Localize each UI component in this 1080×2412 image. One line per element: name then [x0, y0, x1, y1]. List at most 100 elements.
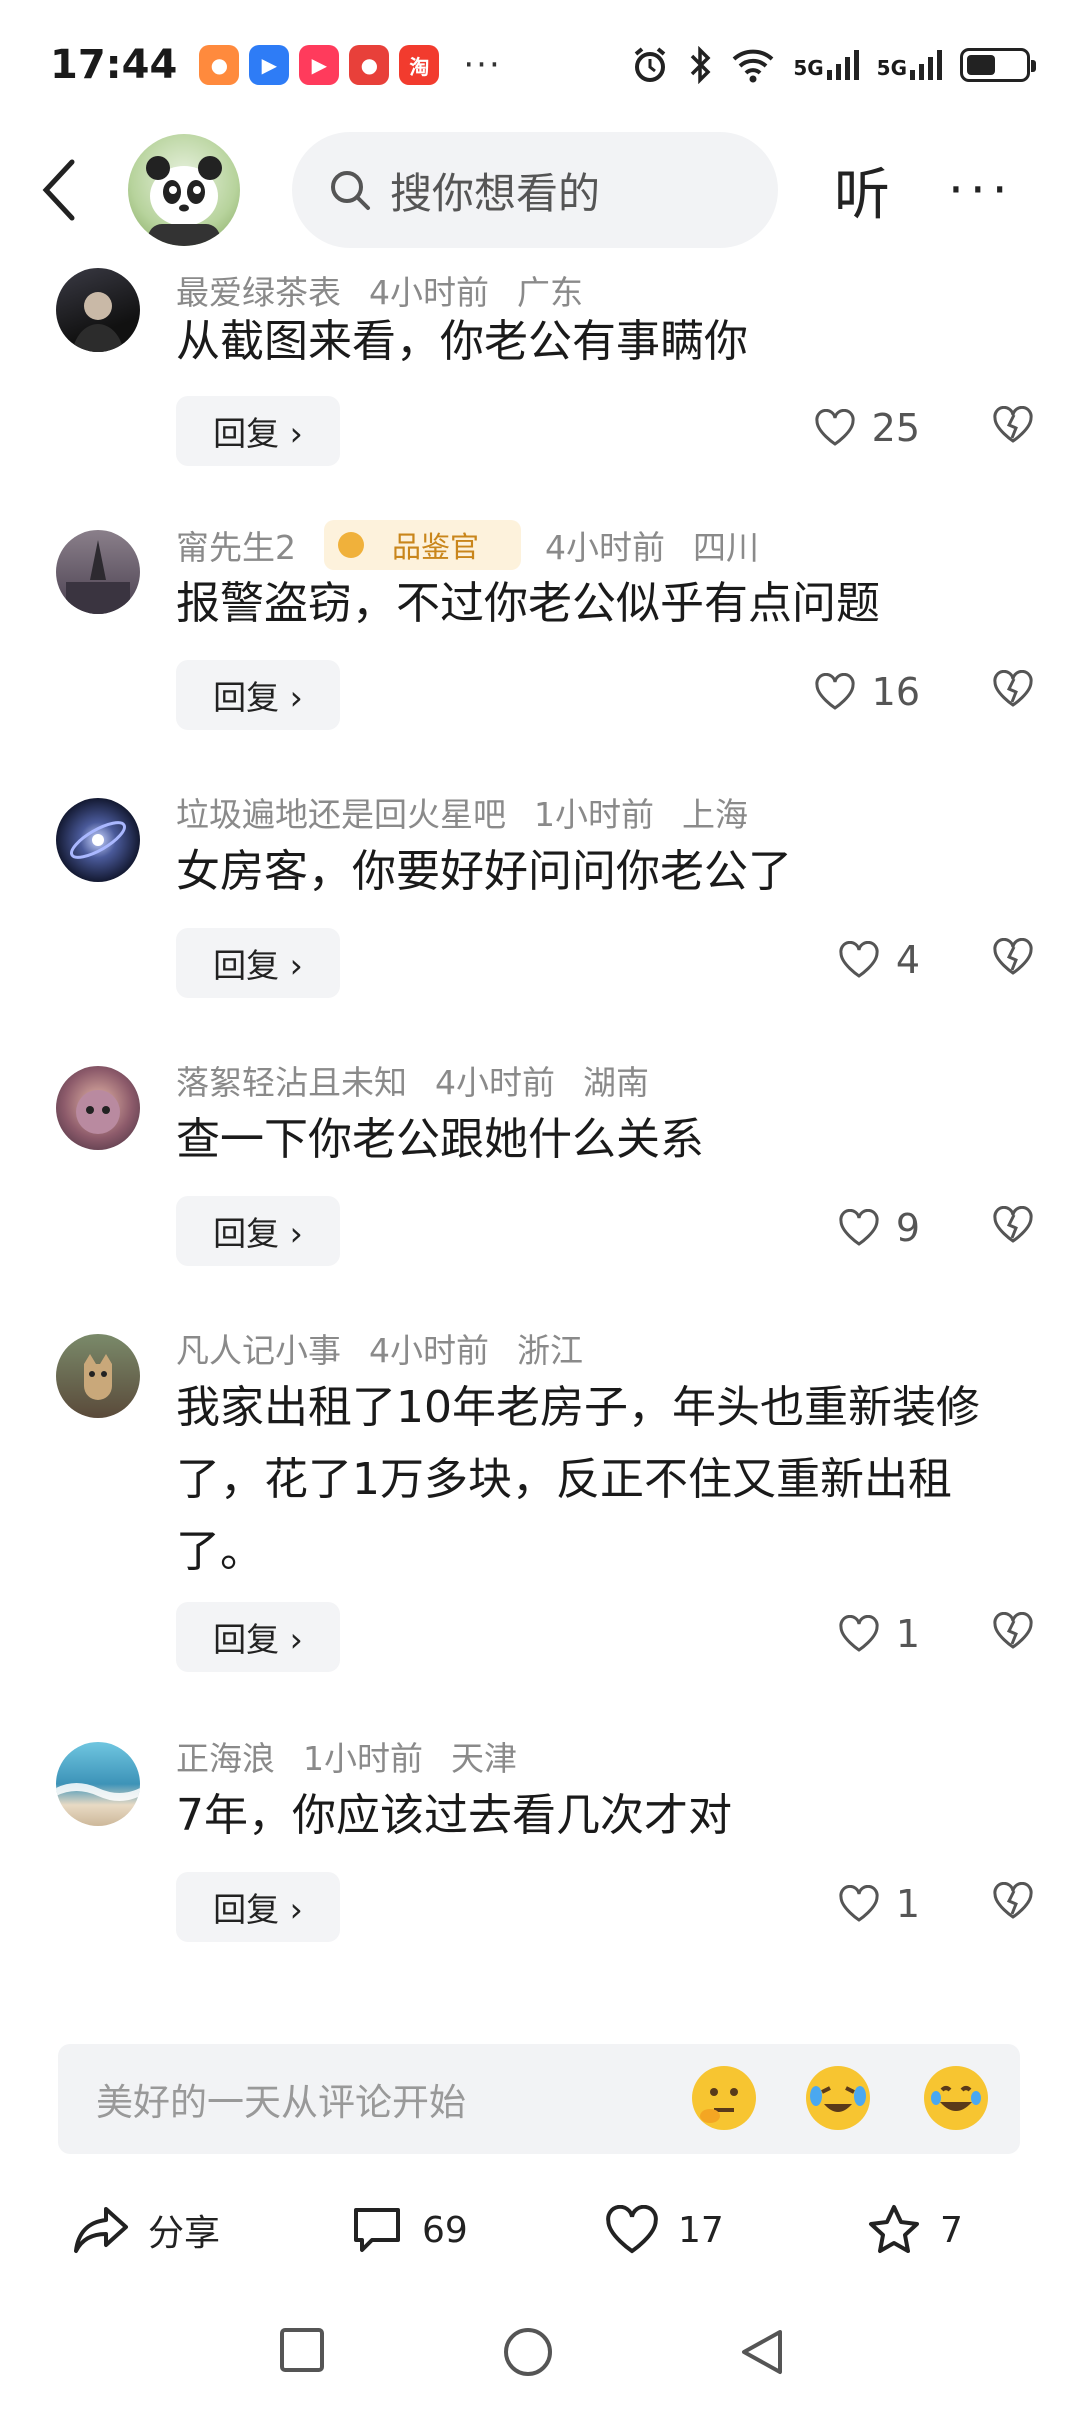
more-button[interactable]: ··· — [948, 161, 1014, 219]
commenter-name[interactable]: 甯先生2 — [176, 521, 296, 569]
author-avatar[interactable] — [128, 134, 240, 246]
commenter-avatar[interactable] — [56, 1334, 140, 1418]
comments-button[interactable]: 69 — [350, 2180, 468, 2280]
commenter-name[interactable]: 正海浪 — [176, 1732, 275, 1780]
heart-icon — [839, 941, 879, 978]
comment-text[interactable]: 从截图来看，你老公有事瞒你 — [176, 306, 1026, 378]
comment-text[interactable]: 女房客，你要好好问问你老公了 — [176, 836, 1026, 908]
reply-button[interactable]: 回复 › — [176, 660, 340, 730]
share-button[interactable]: 分享 — [72, 2180, 220, 2280]
cartoon-avatar-icon — [76, 1090, 120, 1134]
cat-avatar-icon — [84, 1354, 112, 1400]
search-placeholder: 搜你想看的 — [390, 168, 601, 218]
comment-text[interactable]: 7年，你应该过去看几次才对 — [176, 1780, 1026, 1852]
like-count: 16 — [871, 670, 920, 714]
emoji-laugh-icon[interactable] — [924, 2066, 988, 2130]
like-post-button[interactable]: 17 — [604, 2180, 724, 2280]
comments-count: 69 — [422, 2209, 468, 2251]
notification-app-icons: ● ▶ ▶ ● 淘 ··· — [199, 45, 501, 85]
like-button[interactable]: 1 — [838, 1882, 920, 1926]
like-button[interactable]: 9 — [838, 1206, 920, 1250]
badge-check-icon — [338, 532, 364, 558]
like-button[interactable]: 16 — [814, 670, 920, 714]
commenter-avatar[interactable] — [56, 1066, 140, 1150]
galaxy-avatar-icon — [70, 821, 126, 859]
comment-meta: 正海浪 1小时前 天津 — [176, 1732, 545, 1780]
heart-icon — [839, 1885, 879, 1922]
comment-input-placeholder: 美好的一天从评论开始 — [96, 2081, 466, 2124]
emoji-thinking-icon[interactable] — [692, 2066, 756, 2130]
listen-button[interactable]: 听 — [834, 150, 890, 231]
comment-item: 最爱绿茶表 4小时前 广东 从截图来看，你老公有事瞒你 回复 › 25 — [0, 258, 1080, 468]
broken-heart-icon — [993, 1881, 1033, 1919]
bluetooth-icon — [691, 46, 711, 84]
dislike-button[interactable] — [992, 405, 1034, 448]
dislike-button[interactable] — [992, 937, 1034, 980]
home-button[interactable] — [502, 2326, 554, 2382]
broken-heart-icon — [993, 669, 1033, 707]
app-icon-4: ● — [349, 45, 390, 85]
comment-item: 凡人记小事 4小时前 浙江 我家出租了10年老房子，年头也重新装修了，花了1万多… — [0, 1324, 1080, 1674]
heart-icon — [815, 409, 855, 446]
dislike-button[interactable] — [992, 1611, 1034, 1654]
like-button[interactable]: 25 — [814, 406, 920, 450]
triangle-back-icon — [742, 2330, 782, 2374]
comment-time: 1小时前 — [534, 795, 654, 834]
dislike-button[interactable] — [992, 669, 1034, 712]
commenter-avatar[interactable] — [56, 268, 140, 352]
dislike-button[interactable] — [992, 1205, 1034, 1248]
signal-bars-icon — [826, 50, 859, 80]
like-button[interactable]: 4 — [838, 938, 920, 982]
comment-text[interactable]: 查一下你老公跟她什么关系 — [176, 1104, 1026, 1176]
broken-heart-icon — [993, 937, 1033, 975]
heart-icon — [839, 1615, 879, 1652]
comment-time: 4小时前 — [545, 528, 666, 567]
like-button[interactable]: 1 — [838, 1612, 920, 1656]
emoji-crying-laugh-icon[interactable] — [806, 2066, 870, 2130]
notification-overflow-icon: ··· — [463, 45, 502, 85]
reply-button[interactable]: 回复 › — [176, 1872, 340, 1942]
commenter-name[interactable]: 落絮轻沾且未知 — [176, 1056, 407, 1104]
reply-button[interactable]: 回复 › — [176, 396, 340, 466]
comment-time: 4小时前 — [435, 1063, 555, 1102]
panda-avatar-icon — [146, 156, 222, 246]
commenter-avatar[interactable] — [56, 530, 140, 614]
app-icon-2: ▶ — [249, 45, 290, 85]
system-icons: 5G 5G — [631, 46, 1036, 84]
like-count: 4 — [895, 938, 920, 982]
wifi-icon — [732, 49, 774, 83]
recents-button[interactable] — [278, 2326, 326, 2378]
comment-text[interactable]: 我家出租了10年老房子，年头也重新装修了，花了1万多块，反正不住又重新出租了。 — [176, 1372, 1026, 1588]
broken-heart-icon — [993, 1611, 1033, 1649]
search-input[interactable]: 搜你想看的 — [292, 132, 778, 248]
commenter-avatar[interactable] — [56, 798, 140, 882]
cell-signal-1: 5G — [793, 50, 859, 80]
commenter-name[interactable]: 凡人记小事 — [176, 1324, 341, 1372]
back-nav-button[interactable] — [738, 2326, 786, 2382]
app-icon-1: ● — [199, 45, 240, 85]
square-icon — [280, 2328, 324, 2372]
comment-icon — [354, 2208, 400, 2252]
reply-button[interactable]: 回复 › — [176, 1602, 340, 1672]
cell-signal-2: 5G — [877, 50, 942, 80]
dislike-button[interactable] — [992, 1881, 1034, 1924]
comment-meta: 甯先生2 品鉴官 4小时前 四川 — [176, 520, 787, 570]
favorite-button[interactable]: 7 — [866, 2180, 963, 2280]
comment-location: 天津 — [451, 1739, 517, 1778]
reply-button[interactable]: 回复 › — [176, 1196, 340, 1266]
comment-input[interactable]: 美好的一天从评论开始 — [58, 2044, 1020, 2154]
comment-time: 1小时前 — [303, 1739, 423, 1778]
reply-button[interactable]: 回复 › — [176, 928, 340, 998]
status-time: 17:44 — [50, 42, 178, 88]
comment-text[interactable]: 报警盗窃，不过你老公似乎有点问题 — [176, 568, 1026, 640]
app-icon-5: 淘 — [399, 45, 440, 85]
back-button[interactable] — [40, 150, 100, 230]
like-count: 9 — [895, 1206, 920, 1250]
commenter-avatar[interactable] — [56, 1742, 140, 1826]
commenter-name[interactable]: 垃圾遍地还是回火星吧 — [176, 788, 506, 836]
beach-avatar-icon — [56, 1783, 140, 1801]
action-bar: 分享 69 17 7 — [0, 2180, 1080, 2280]
heart-icon — [606, 2205, 658, 2254]
battery-icon — [960, 48, 1036, 82]
comment-item: 落絮轻沾且未知 4小时前 湖南 查一下你老公跟她什么关系 回复 › 9 — [0, 1056, 1080, 1266]
